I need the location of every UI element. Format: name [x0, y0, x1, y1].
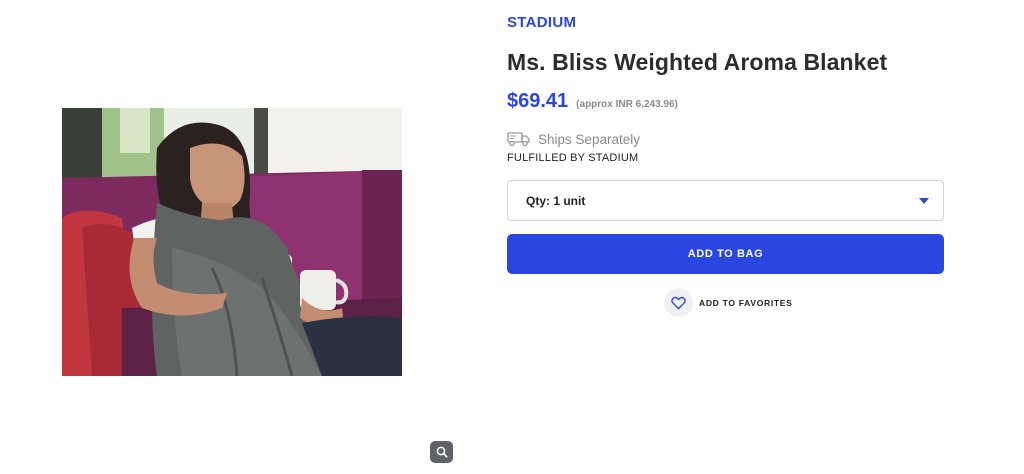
quantity-selected-value: Qty: 1 unit	[526, 193, 586, 208]
product-price: $69.41	[507, 90, 569, 112]
product-image[interactable]	[62, 108, 402, 376]
shipping-info: Ships Separately	[507, 131, 640, 147]
price-row: $69.41 (approx INR 6,243.96)	[507, 90, 678, 113]
brand-link[interactable]: STADIUM	[507, 14, 576, 31]
product-title: Ms. Bliss Weighted Aroma Blanket	[507, 49, 888, 75]
caret-down-icon	[919, 197, 929, 204]
favorite-icon-circle	[664, 288, 693, 317]
product-photo	[62, 108, 402, 376]
add-to-favorites-label: ADD TO FAVORITES	[699, 297, 793, 308]
quantity-dropdown[interactable]: Qty: 1 unit	[507, 180, 944, 221]
magnifier-icon	[436, 446, 448, 458]
heart-icon	[671, 296, 686, 309]
add-to-bag-button[interactable]: ADD TO BAG	[507, 234, 944, 274]
fulfilled-by-label: FULFILLED BY STADIUM	[507, 152, 639, 164]
product-page: STADIUM Ms. Bliss Weighted Aroma Blanket…	[0, 0, 1024, 474]
add-to-favorites-button[interactable]: ADD TO FAVORITES	[664, 288, 793, 317]
price-approx-inr: (approx INR 6,243.96)	[576, 99, 678, 110]
zoom-button[interactable]	[430, 441, 453, 463]
truck-icon	[507, 132, 530, 147]
ships-separately-label: Ships Separately	[538, 131, 641, 147]
